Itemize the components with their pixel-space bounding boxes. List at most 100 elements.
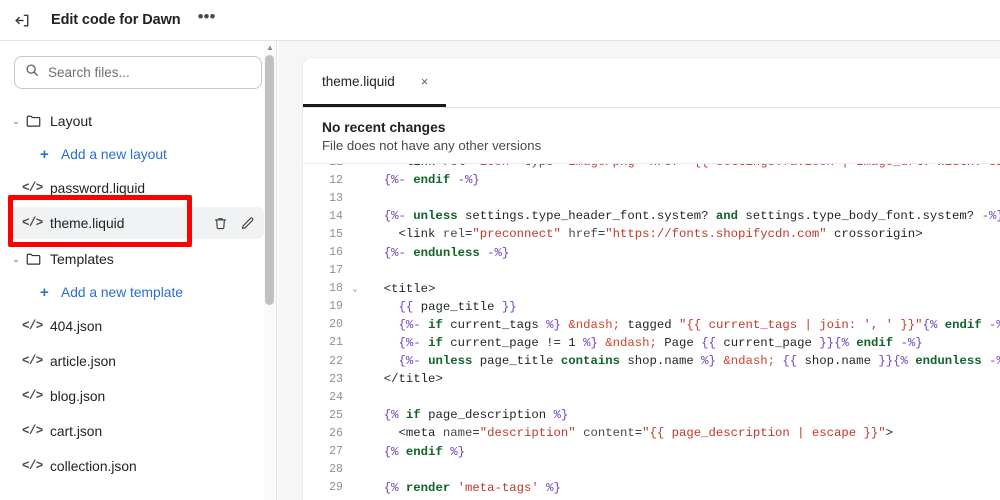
recent-changes-subtitle: File does not have any other versions xyxy=(322,138,542,153)
plus-icon: + xyxy=(40,283,49,301)
file-tree: ⌄ Layout + Add a new layout </> password… xyxy=(0,89,276,482)
file-label: theme.liquid xyxy=(50,215,125,231)
add-new-template-button[interactable]: + Add a new template xyxy=(0,277,276,307)
file-sidebar: Search files... ⌄ Layout + Add a new lay… xyxy=(0,41,277,500)
file-label: 404.json xyxy=(50,318,103,334)
line-number: 20 xyxy=(329,318,343,332)
search-placeholder: Search files... xyxy=(48,65,130,80)
code-editor[interactable]: 11 <link rel="icon" type="image/png" hre… xyxy=(303,164,1000,500)
file-collection-json[interactable]: </> collection.json xyxy=(10,450,264,482)
code-line: 14 {%- unless settings.type_header_font.… xyxy=(303,207,1000,225)
line-number: 16 xyxy=(329,246,343,260)
code-line: 22 {%- unless page_title contains shop.n… xyxy=(303,352,1000,370)
code-text: {%- unless page_title contains shop.name… xyxy=(398,354,1000,369)
exit-icon[interactable] xyxy=(6,4,38,36)
code-text: <link rel="icon" type="image/png" href="… xyxy=(361,164,1000,169)
fold-chevron-icon[interactable]: ⌄ xyxy=(349,284,361,294)
scroll-up-arrow-icon[interactable]: ▲ xyxy=(265,43,275,52)
line-number: 12 xyxy=(329,173,343,187)
line-number: 15 xyxy=(329,227,343,241)
code-text: {%- unless settings.type_header_font.sys… xyxy=(383,209,1000,224)
code-text: {%- endif -%} xyxy=(383,173,480,188)
code-text: <title> xyxy=(369,281,436,296)
code-file-icon: </> xyxy=(22,319,43,333)
tab-theme-liquid[interactable]: theme.liquid × xyxy=(303,58,447,107)
folder-label: Templates xyxy=(50,251,114,267)
code-file-icon: </> xyxy=(22,424,43,438)
delete-icon[interactable] xyxy=(213,216,228,231)
code-text: </title> xyxy=(369,372,443,387)
recent-changes-title: No recent changes xyxy=(322,120,446,135)
folder-templates[interactable]: ⌄ Templates xyxy=(0,245,276,273)
code-file-icon: </> xyxy=(22,389,43,403)
add-new-layout-button[interactable]: + Add a new layout xyxy=(0,139,276,169)
search-input[interactable]: Search files... xyxy=(14,56,262,89)
code-text: <link rel="preconnect" href="https://fon… xyxy=(369,227,923,242)
editor-tabstrip: theme.liquid × xyxy=(303,58,1000,108)
line-number: 21 xyxy=(329,336,343,350)
code-line: 16 {%- endunless -%} xyxy=(303,243,1000,261)
line-number: 26 xyxy=(329,426,343,440)
editor-card: theme.liquid × No recent changes File do… xyxy=(303,58,1000,500)
code-line: 29 {% render 'meta-tags' %} xyxy=(303,479,1000,497)
file-blog-json[interactable]: </> blog.json xyxy=(10,380,264,412)
code-text: <meta name="description" content="{{ pag… xyxy=(369,426,894,441)
code-text: {{ page_title }} xyxy=(398,299,517,314)
code-line: 23 </title> xyxy=(303,370,1000,388)
code-line: 28 xyxy=(303,461,1000,479)
code-line: 27 {% endif %} xyxy=(303,443,1000,461)
code-file-icon: </> xyxy=(22,354,43,368)
code-text: {%- endunless -%} xyxy=(383,245,510,260)
line-number: 23 xyxy=(329,372,343,386)
line-number: 17 xyxy=(329,264,343,278)
line-number: 24 xyxy=(329,390,343,404)
line-number: 28 xyxy=(329,463,343,477)
add-new-template-label: Add a new template xyxy=(61,284,183,300)
code-file-icon: </> xyxy=(22,181,43,195)
file-label: collection.json xyxy=(50,458,137,474)
line-number: 13 xyxy=(329,191,343,205)
code-line: 21 {%- if current_page != 1 %} &ndash; P… xyxy=(303,334,1000,352)
editor-panel: theme.liquid × No recent changes File do… xyxy=(278,41,1000,500)
code-text: {% endif %} xyxy=(383,444,465,459)
folder-layout[interactable]: ⌄ Layout xyxy=(0,107,276,135)
line-number: 14 xyxy=(329,209,343,223)
edit-icon[interactable] xyxy=(240,216,255,231)
line-number: 11 xyxy=(303,164,349,169)
code-line: 11 <link rel="icon" type="image/png" hre… xyxy=(303,164,1000,171)
code-line: 17 xyxy=(303,262,1000,280)
code-line: 18 ⌄ <title> xyxy=(303,280,1000,298)
code-file-icon: </> xyxy=(22,459,43,473)
more-options-button[interactable]: ••• xyxy=(194,7,220,33)
file-label: article.json xyxy=(50,353,116,369)
plus-icon: + xyxy=(40,145,49,163)
sidebar-scrollbar[interactable]: ▲ xyxy=(264,41,276,500)
line-number: 18 xyxy=(329,282,343,296)
file-row-actions xyxy=(213,207,255,239)
file-theme-liquid[interactable]: </> theme.liquid xyxy=(10,207,264,239)
code-file-icon: </> xyxy=(22,216,43,230)
file-cart-json[interactable]: </> cart.json xyxy=(10,415,264,447)
file-label: blog.json xyxy=(50,388,106,404)
search-container: Search files... xyxy=(0,41,276,89)
code-line: 24 xyxy=(303,388,1000,406)
scrollbar-thumb[interactable] xyxy=(265,55,274,305)
edit-code-page: Edit code for Dawn ••• Search files... ⌄ xyxy=(0,0,1000,500)
file-label: password.liquid xyxy=(50,180,146,196)
folder-icon xyxy=(26,252,41,266)
file-password-liquid[interactable]: </> password.liquid xyxy=(10,172,264,204)
close-icon[interactable]: × xyxy=(421,75,429,88)
code-text: {% render 'meta-tags' %} xyxy=(383,480,561,495)
tab-label: theme.liquid xyxy=(322,73,395,89)
code-line: 20 {%- if current_tags %} &ndash; tagged… xyxy=(303,316,1000,334)
add-new-layout-label: Add a new layout xyxy=(61,146,167,162)
search-icon xyxy=(25,63,39,82)
code-line: 13 xyxy=(303,189,1000,207)
code-line: 19 {{ page_title }} xyxy=(303,298,1000,316)
file-404-json[interactable]: </> 404.json xyxy=(10,310,264,342)
file-article-json[interactable]: </> article.json xyxy=(10,345,264,377)
code-line: 15 <link rel="preconnect" href="https://… xyxy=(303,225,1000,243)
code-line: 26 <meta name="description" content="{{ … xyxy=(303,424,1000,442)
top-bar: Edit code for Dawn ••• xyxy=(0,0,1000,41)
file-label: cart.json xyxy=(50,423,103,439)
